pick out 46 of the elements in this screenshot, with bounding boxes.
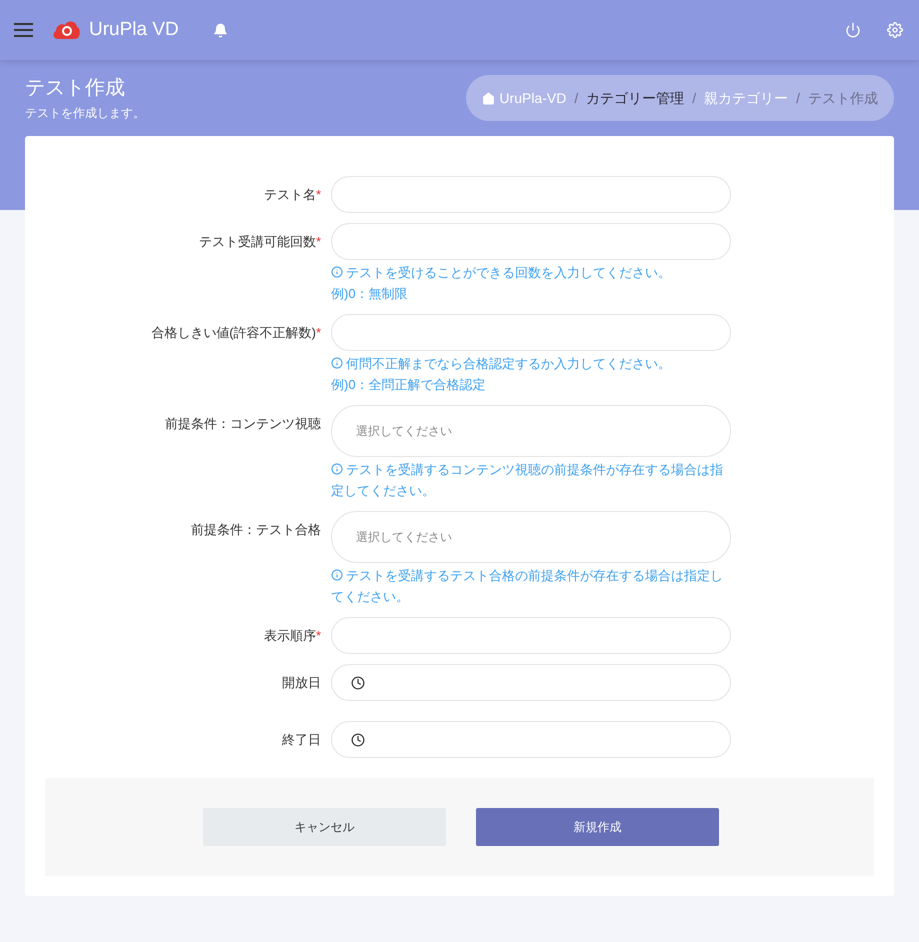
help-text: 何問不正解までなら合格認定するか入力してください。 [331,353,731,374]
cancel-button[interactable]: キャンセル [203,808,446,846]
breadcrumb-separator: / [796,88,800,108]
breadcrumb-separator: / [574,88,578,108]
create-button[interactable]: 新規作成 [476,808,719,846]
cloud-logo-icon [51,19,81,41]
info-icon [331,569,343,581]
field-label: 表示順序* [264,627,321,645]
text-field[interactable] [331,314,731,351]
menu-icon[interactable] [14,23,33,37]
help-text: テストを受けることができる回数を入力してください。 [331,262,731,283]
settings-icon[interactable] [887,22,903,38]
field-label: 開放日 [282,674,321,692]
field-label: テスト受講可能回数* [198,233,321,251]
help-text: 例)0：無制限 [331,285,409,303]
help-text: テストを受講するコンテンツ視聴の前提条件が存在する場合は指定してください。 [331,461,724,500]
bell-icon[interactable] [212,22,228,38]
text-field[interactable] [331,617,731,654]
breadcrumb-link[interactable]: カテゴリー管理 [586,88,684,108]
clock-icon [351,732,365,746]
field-label: 合格しきい値(許容不正解数)* [151,324,321,342]
select-field[interactable]: 選択してください [331,511,731,563]
help-text: 例)0：全問正解で合格認定 [331,376,487,394]
clock-icon [351,676,365,690]
brand-name: UruPla VD [89,18,179,42]
field-label: テスト名* [264,186,321,204]
breadcrumb-current: テスト作成 [808,88,878,108]
home-icon [482,92,496,104]
breadcrumb-link[interactable]: 親カテゴリー [704,88,788,108]
text-field[interactable] [331,223,731,260]
date-field[interactable] [331,721,731,758]
date-field[interactable] [331,664,731,701]
page-subtitle: テストを作成します。 [25,105,145,122]
info-icon [331,357,343,369]
page-title: テスト作成 [25,76,126,101]
breadcrumb-separator: / [692,88,696,108]
field-label: 前提条件：コンテンツ視聴 [165,415,321,433]
help-text: テストを受講するテスト合格の前提条件が存在する場合は指定してください。 [331,567,724,606]
breadcrumb-link[interactable]: UruPla-VD [482,88,566,108]
info-icon [331,266,343,278]
field-label: 前提条件：テスト合格 [191,521,321,539]
text-field[interactable] [331,176,731,213]
field-label: 終了日 [282,731,321,749]
power-icon[interactable] [845,22,861,38]
info-icon [331,463,343,475]
select-field[interactable]: 選択してください [331,405,731,457]
